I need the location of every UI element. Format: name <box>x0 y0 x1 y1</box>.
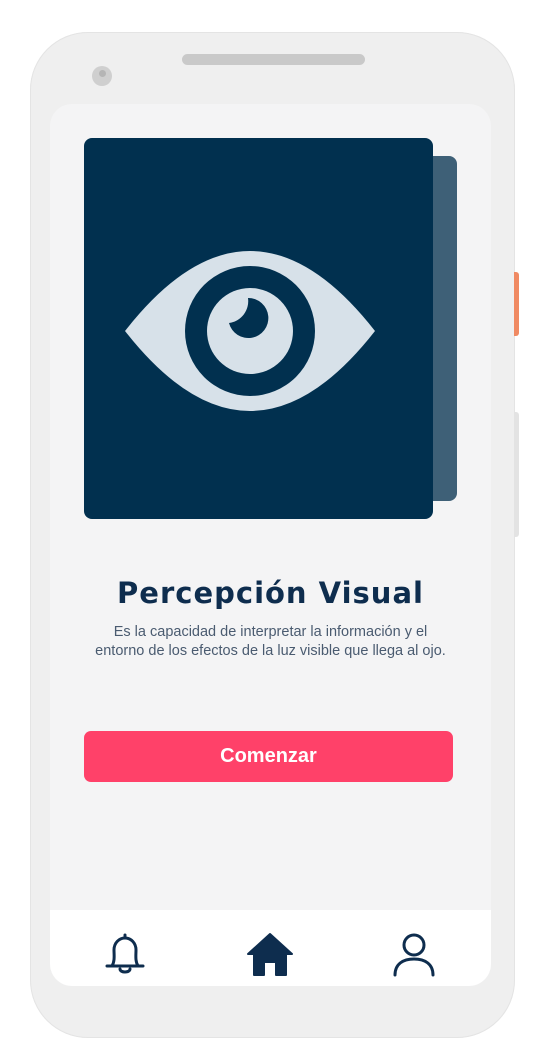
lesson-card <box>84 138 433 519</box>
app-screen: Percepción Visual Es la capacidad de int… <box>50 104 491 986</box>
nav-profile[interactable] <box>390 930 438 978</box>
home-icon <box>247 933 293 976</box>
nav-notifications[interactable] <box>101 930 149 978</box>
front-camera <box>92 66 112 86</box>
bottom-navigation <box>50 910 491 986</box>
power-button <box>514 272 519 336</box>
speaker-grille <box>182 54 365 65</box>
lesson-description: Es la capacidad de interpretar la inform… <box>95 624 446 659</box>
bell-icon <box>105 933 145 974</box>
eye-icon <box>125 251 375 411</box>
nav-home[interactable] <box>246 930 294 978</box>
volume-button <box>514 412 519 537</box>
lesson-title: Percepción Visual <box>117 576 424 610</box>
start-button[interactable]: Comenzar <box>84 731 453 782</box>
user-icon <box>393 933 435 977</box>
